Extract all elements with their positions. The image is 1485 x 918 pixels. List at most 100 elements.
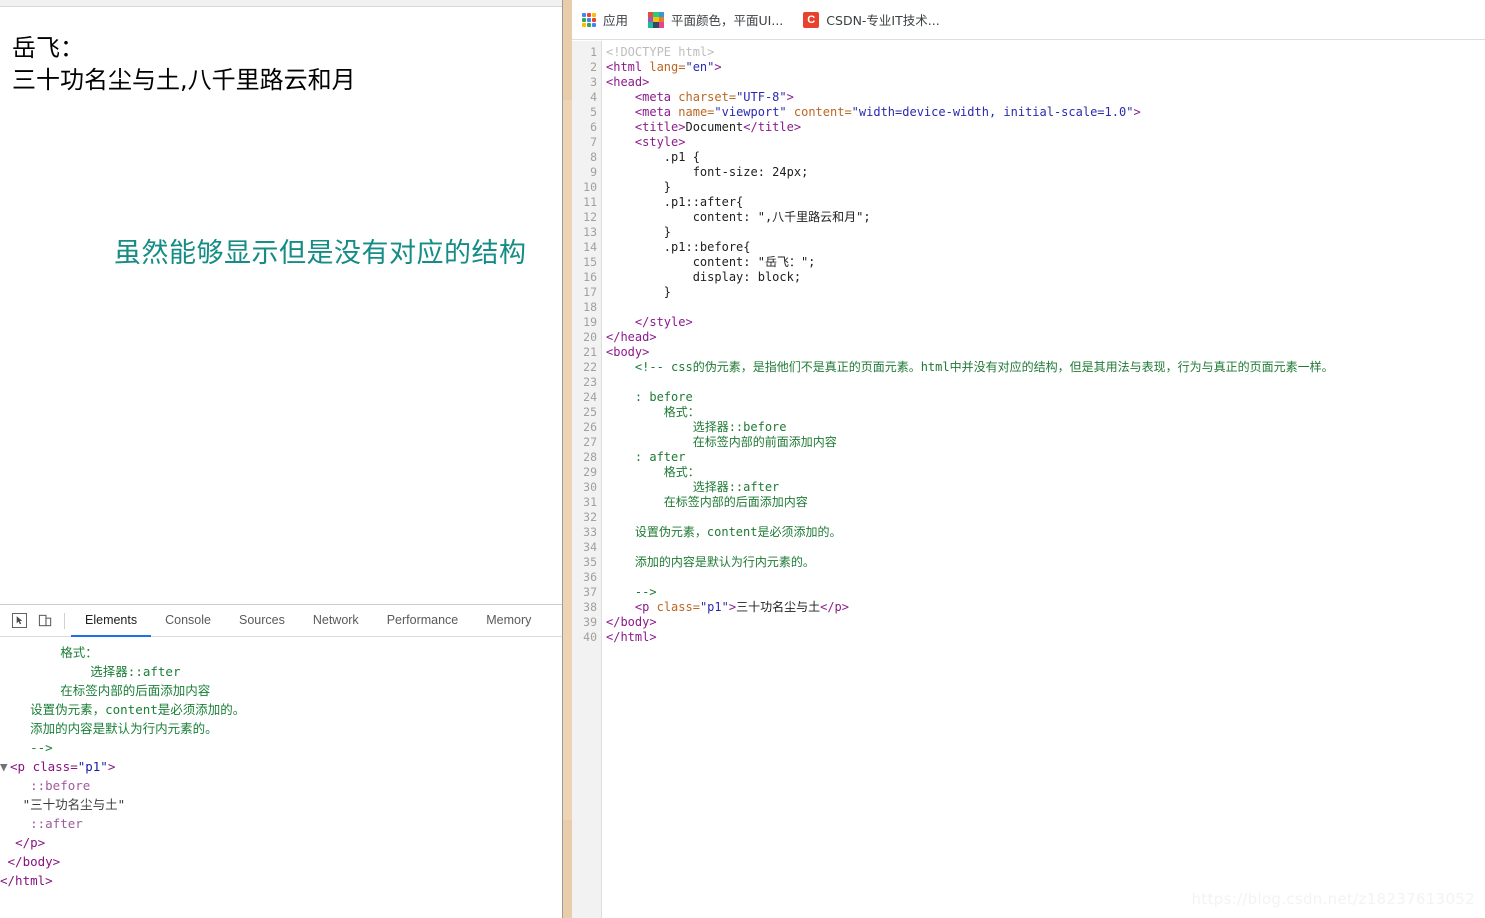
code-line: <title>Document</title> (606, 120, 1485, 135)
tab-elements[interactable]: Elements (71, 605, 152, 637)
devtools-tabs: Elements Console Sources Network Perform… (71, 605, 545, 637)
code-line: </body> (606, 615, 1485, 630)
code-token: 在标签内部的后面添加内容 (606, 495, 808, 509)
code-token: "en" (685, 60, 715, 74)
line-number: 38 (583, 600, 597, 614)
code-token: } (606, 225, 672, 239)
line-number: 17 (583, 285, 597, 299)
dom-comment-line: 添加的内容是默认为行内元素的。 (0, 721, 218, 736)
dom-text-node[interactable]: "三十功名尘与土" (0, 795, 562, 814)
line-number: 13 (583, 225, 597, 239)
code-line: } (606, 225, 1485, 240)
code-token: display: block; (606, 270, 802, 284)
code-line: 格式： (606, 405, 1485, 420)
line-number: 7 (590, 135, 597, 149)
line-number: 6 (590, 120, 597, 134)
line-number: 23 (583, 375, 597, 389)
code-line: : before (606, 390, 1485, 405)
code-editor-window: 应用 平面颜色，平面UI... C CSDN-专业IT技术... 1234567… (572, 0, 1485, 918)
dom-text-node-value: "三十功名尘与土" (22, 797, 126, 812)
tab-performance[interactable]: Performance (373, 605, 473, 637)
code-token: font-size: 24px; (606, 165, 809, 179)
code-line: : after (606, 450, 1485, 465)
dom-pseudo-after[interactable]: ::after (0, 814, 562, 833)
code-line: 选择器::after (606, 480, 1485, 495)
window-splitter[interactable] (563, 0, 572, 918)
line-number: 19 (583, 315, 597, 329)
line-number: 40 (583, 630, 597, 644)
line-number-gutter: 1 2 3 4 5 6 7 8 9 10 11 12 13 14 15 16 17 18 19 20 21 22 23 24 2… (572, 41, 602, 918)
code-token: <html (606, 60, 650, 74)
code-line: .p1::before{ (606, 240, 1485, 255)
dom-close-body[interactable]: </body> (0, 852, 562, 871)
code-line: 格式： (606, 465, 1485, 480)
annotation-note: 虽然能够显示但是没有对应的结构 (114, 238, 527, 269)
code-token: </html> (606, 630, 657, 644)
rendered-paragraph-p1: 岳飞： 三十功名尘与土,八千里路云和月 (0, 8, 562, 97)
line-number: 29 (583, 465, 597, 479)
code-token: <meta (634, 105, 679, 119)
line-number: 37 (583, 585, 597, 599)
bookmark-bar: 应用 平面颜色，平面UI... C CSDN-专业IT技术... (572, 0, 1485, 40)
code-token: "viewport" (714, 105, 787, 119)
code-token: 在标签内部的前面添加内容 (606, 435, 837, 449)
code-content[interactable]: <!DOCTYPE html> <html lang="en"> <head> <m… (602, 41, 1485, 918)
dom-close-html[interactable]: </html> (0, 871, 562, 890)
code-token: .p1 { (606, 150, 700, 164)
code-token: charset= (678, 90, 737, 104)
line-number: 14 (583, 240, 597, 254)
chevron-down-icon[interactable]: ▼ (0, 757, 10, 776)
line-number: 15 (583, 255, 597, 269)
code-line: <!DOCTYPE html> (606, 45, 1485, 60)
code-line: <meta charset="UTF-8"> (606, 90, 1485, 105)
tab-sources[interactable]: Sources (225, 605, 299, 637)
tab-memory[interactable]: Memory (472, 605, 545, 637)
dom-tree[interactable]: 格式： 选择器::after 在标签内部的后面添加内容 设置伪元素，conten… (0, 637, 562, 918)
bookmark-flat-colors-label: 平面颜色，平面UI... (671, 13, 784, 28)
line-number: 31 (583, 495, 597, 509)
code-token: </body> (606, 615, 657, 629)
dom-close-p[interactable]: </p> (0, 833, 562, 852)
tab-console[interactable]: Console (151, 605, 225, 637)
code-line: <head> (606, 75, 1485, 90)
toolbar-divider (64, 612, 65, 629)
tab-network[interactable]: Network (299, 605, 373, 637)
code-token: </head> (606, 330, 657, 344)
device-toolbar-icon[interactable] (32, 608, 58, 634)
line-number: 21 (583, 345, 597, 359)
dom-pseudo-after-label: ::after (30, 816, 83, 831)
code-token: Document (685, 120, 744, 134)
bookmark-apps[interactable]: 应用 (582, 10, 628, 29)
code-token: lang= (649, 60, 686, 74)
code-token: > (714, 60, 722, 74)
code-line: <html lang="en"> (606, 60, 1485, 75)
code-token: </title> (743, 120, 802, 134)
splitter-knob[interactable] (563, 100, 572, 820)
bookmark-csdn-label: CSDN-专业IT技术... (826, 13, 940, 28)
code-token: 三十功名尘与土 (736, 600, 821, 614)
code-line: 在标签内部的前面添加内容 (606, 435, 1485, 450)
dom-comment-line: 选择器::after (0, 664, 181, 679)
line-number: 11 (583, 195, 597, 209)
bookmark-flat-colors[interactable]: 平面颜色，平面UI... (648, 10, 783, 29)
code-token: } (606, 180, 672, 194)
code-line: 选择器::before (606, 420, 1485, 435)
line-number: 27 (583, 435, 597, 449)
dom-node-p[interactable]: ▼ <p class="p1"> (0, 757, 562, 776)
line-number: 3 (590, 75, 597, 89)
code-token: 设置伪元素，content是必须添加的。 (606, 525, 842, 539)
bookmark-csdn[interactable]: C CSDN-专业IT技术... (803, 10, 940, 29)
code-token: > (728, 600, 737, 614)
code-line: display: block; (606, 270, 1485, 285)
code-token: --> (606, 585, 657, 599)
inspect-cursor-icon[interactable] (6, 608, 32, 634)
dom-pseudo-before[interactable]: ::before (0, 776, 562, 795)
code-area: 1 2 3 4 5 6 7 8 9 10 11 12 13 14 15 16 17 18 19 20 21 22 23 24 2… (572, 41, 1485, 918)
